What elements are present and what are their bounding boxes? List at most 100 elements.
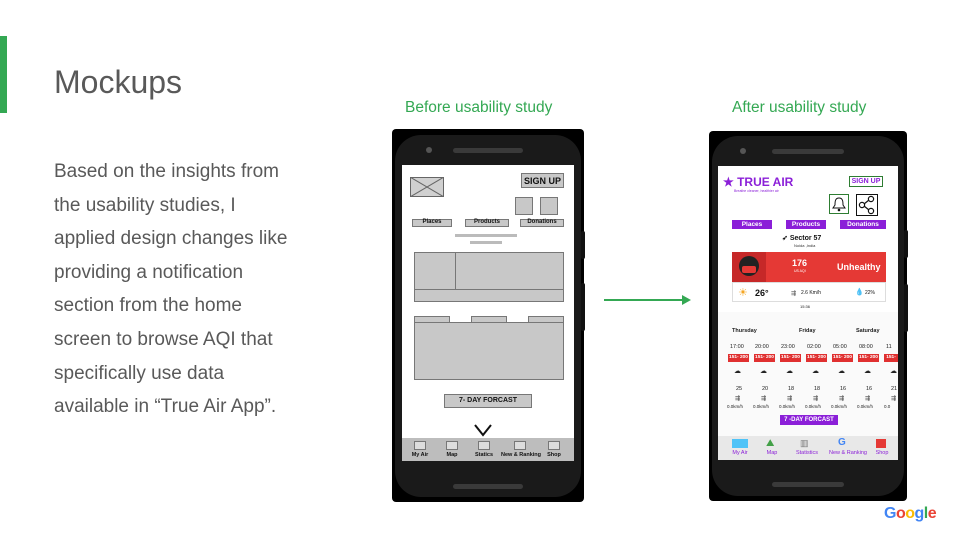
- side-button: [581, 231, 585, 259]
- accent-bar: [0, 36, 7, 113]
- nav-label[interactable]: Statistics: [790, 450, 824, 456]
- signup-label: SIGN UP: [523, 176, 561, 186]
- text-placeholder: [470, 241, 502, 244]
- tab-label: Products: [473, 219, 500, 225]
- tab-places[interactable]: Places: [732, 220, 772, 229]
- screen-before: SIGN UP Places Products Donations 7- DAY…: [402, 165, 574, 461]
- forecast-button[interactable]: 7- DAY FORCAST: [444, 394, 532, 408]
- nav-label[interactable]: Shop: [868, 450, 896, 456]
- forecast-wind: 0.0: [884, 404, 891, 409]
- share-icon[interactable]: [856, 194, 878, 216]
- location-sub: Noida ,India: [794, 243, 816, 248]
- nav-label[interactable]: New & Ranking: [500, 452, 542, 458]
- phone-body: SIGN UP Places Products Donations 7- DAY…: [395, 135, 585, 497]
- forecast-wind: 0.0km/h: [727, 404, 744, 409]
- forecast-time: 20:00: [755, 344, 769, 350]
- brand-name: TRUE AIR: [737, 175, 794, 189]
- body-line: the usability studies, I: [54, 194, 236, 216]
- tab-places[interactable]: Places: [412, 219, 452, 227]
- tab-label: Donations: [527, 219, 557, 225]
- forecast-label: 7- DAY FORCAST: [459, 397, 517, 404]
- nav-label[interactable]: Statics: [470, 452, 498, 458]
- brand-logo: ★ TRUE AIR: [723, 175, 794, 189]
- forecast-temp: 20: [762, 386, 769, 392]
- nav-label[interactable]: Map: [438, 452, 466, 458]
- body-line: screen to browse AQI that: [54, 328, 273, 350]
- news-icon[interactable]: G: [838, 437, 846, 448]
- aqi-range-badge: 151-: [884, 354, 898, 362]
- icon-placeholder[interactable]: [540, 197, 558, 215]
- forecast-temp: 25: [736, 386, 743, 392]
- forecast-temp: 18: [788, 386, 795, 392]
- screen-after: ★ TRUE AIR Breathe cleaner, healthier ai…: [718, 166, 898, 460]
- weather-icon: ☁: [890, 368, 897, 375]
- aqi-card: 176 US AQI Unhealthy: [732, 252, 886, 282]
- tab-donations[interactable]: Donations: [520, 219, 564, 227]
- image-placeholder-icon: [410, 177, 444, 197]
- nav-icon[interactable]: [548, 441, 560, 450]
- tab-donations[interactable]: Donations: [840, 220, 886, 229]
- home-icon[interactable]: [732, 439, 748, 448]
- forecast-temp: 16: [840, 386, 847, 392]
- tab-products[interactable]: Products: [465, 219, 509, 227]
- bell-icon[interactable]: [829, 194, 849, 214]
- wind-icon: ⇶: [839, 396, 845, 402]
- weather-icon: ☁: [864, 368, 871, 375]
- aqi-range-badge: 151- 200: [754, 354, 775, 362]
- map-icon[interactable]: ⛰: [766, 438, 774, 449]
- forecast-time: 17:00: [730, 344, 744, 350]
- label-after: After usability study: [732, 99, 867, 116]
- bottom-nav-before: My Air Map Statics New & Ranking Shop: [402, 438, 574, 461]
- slide-title: Mockups: [54, 64, 183, 100]
- icon-placeholder[interactable]: [515, 197, 533, 215]
- body-line: Based on the insights from: [54, 161, 279, 182]
- aqi-unit: US AQI: [794, 269, 806, 273]
- body-line: specifically use data: [54, 362, 225, 384]
- aqi-range-badge: 151- 200: [832, 354, 853, 362]
- forecast-time: 02:00: [807, 344, 821, 350]
- nav-label[interactable]: Map: [758, 450, 786, 456]
- nav-label[interactable]: New & Ranking: [826, 450, 870, 456]
- shop-icon[interactable]: [876, 439, 886, 448]
- nav-label[interactable]: My Air: [726, 450, 754, 456]
- wind-icon: ⇶: [761, 396, 767, 402]
- body-line: applied design changes like: [54, 228, 288, 250]
- weather-icon: ☁: [838, 368, 845, 375]
- forecast-placeholder: [414, 322, 564, 380]
- signup-button[interactable]: SIGN UP: [849, 176, 883, 187]
- forecast-time: 11: [886, 344, 892, 350]
- forecast-time: 23:00: [781, 344, 795, 350]
- phone-after: ★ TRUE AIR Breathe cleaner, healthier ai…: [709, 131, 908, 501]
- location: ➶ Sector 57: [782, 235, 822, 242]
- aqi-card-placeholder: [414, 252, 564, 302]
- body-line: providing a notification: [54, 261, 244, 283]
- forecast-button[interactable]: 7 -DAY FORCAST: [780, 415, 838, 425]
- wind-icon: ⇶: [735, 396, 741, 402]
- nav-label[interactable]: Shop: [540, 452, 568, 458]
- aqi-value: 176: [792, 258, 808, 268]
- nav-icon[interactable]: [414, 441, 426, 450]
- forecast-wind: 0.0km/h: [831, 404, 848, 409]
- nav-icon[interactable]: [478, 441, 490, 450]
- nav-label[interactable]: My Air: [406, 452, 434, 458]
- side-button: [904, 284, 908, 332]
- nav-icon[interactable]: [514, 441, 526, 450]
- speaker: [772, 482, 844, 487]
- forecast-time: 05:00: [833, 344, 847, 350]
- body-text: Based on the insights from the usability…: [54, 155, 314, 424]
- google-logo: Google: [884, 505, 937, 522]
- forecast-temp: 18: [814, 386, 821, 392]
- updated-time: 15:36: [800, 304, 811, 309]
- statistics-icon[interactable]: ▥: [800, 438, 809, 449]
- speaker: [772, 149, 844, 154]
- day-label: Saturday: [856, 328, 880, 334]
- body-line: section from the home: [54, 295, 242, 317]
- forecast-wind: 0.0km/h: [753, 404, 770, 409]
- nav-icon[interactable]: [446, 441, 458, 450]
- wind-icon: ⇶: [865, 396, 871, 402]
- day-label: Friday: [799, 328, 816, 334]
- signup-button[interactable]: SIGN UP: [521, 173, 564, 188]
- forecast-temp: 16: [866, 386, 873, 392]
- tab-products[interactable]: Products: [786, 220, 826, 229]
- bottom-nav-after: ⛰ ▥ G My Air Map Statistics New & Rankin…: [718, 436, 898, 460]
